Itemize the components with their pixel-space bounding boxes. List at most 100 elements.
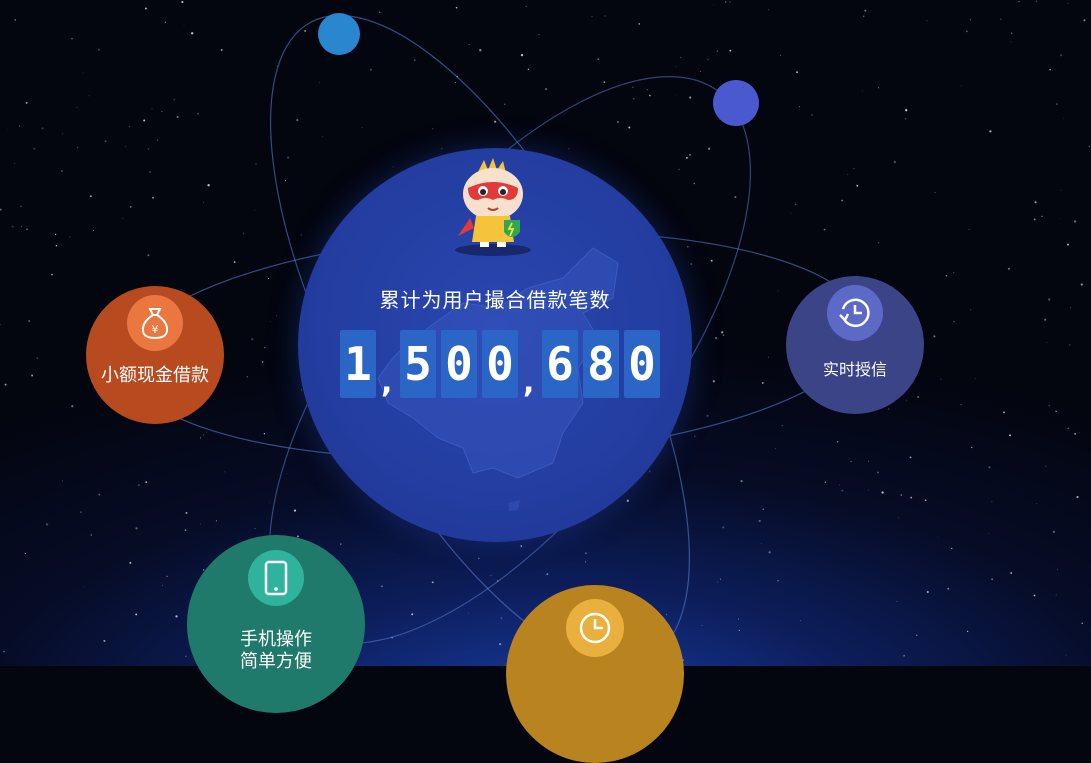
star: [62, 133, 63, 135]
star: [161, 110, 163, 113]
feature-fast[interactable]: [506, 585, 684, 763]
star: [1010, 32, 1013, 35]
star: [1041, 215, 1043, 218]
star: [287, 156, 290, 159]
star: [910, 496, 913, 499]
star: [947, 587, 950, 590]
star: [699, 71, 701, 72]
star: [856, 184, 859, 187]
star: [89, 195, 92, 198]
star: [284, 180, 286, 182]
star: [14, 162, 16, 164]
star: [900, 494, 903, 496]
star: [454, 81, 457, 83]
star: [45, 523, 49, 526]
star: [690, 262, 693, 266]
star: [135, 527, 138, 530]
star: [130, 206, 132, 208]
star: [202, 202, 204, 203]
star: [149, 171, 151, 173]
star: [206, 431, 208, 433]
star: [1044, 318, 1047, 321]
star: [181, 0, 184, 4]
star: [687, 246, 689, 248]
star: [90, 534, 92, 536]
star: [933, 335, 936, 338]
star: [261, 361, 264, 363]
star: [166, 575, 168, 578]
star: [499, 643, 502, 646]
star: [916, 634, 918, 636]
star: [862, 15, 865, 18]
star: [903, 654, 906, 657]
star: [1033, 594, 1036, 597]
star: [796, 71, 798, 74]
star: [1033, 218, 1036, 221]
star: [722, 334, 725, 336]
star: [800, 620, 801, 621]
star: [369, 68, 372, 71]
star: [122, 218, 124, 219]
star: [77, 147, 79, 149]
star: [706, 414, 709, 417]
star: [781, 425, 783, 427]
star: [1036, 503, 1037, 504]
star: [707, 59, 709, 61]
star: [322, 136, 323, 138]
star: [431, 581, 434, 584]
star: [137, 484, 140, 487]
star: [71, 38, 73, 40]
star: [147, 254, 150, 257]
star: [538, 34, 540, 36]
star: [199, 523, 201, 525]
star: [0, 208, 2, 211]
star: [906, 399, 907, 401]
star: [340, 543, 342, 545]
star: [468, 612, 470, 614]
star: [1055, 410, 1057, 413]
star: [203, 434, 205, 436]
star: [887, 408, 890, 410]
star: [666, 614, 667, 616]
star: [1052, 530, 1056, 534]
orbit-planet-indigo: [713, 80, 759, 126]
star: [92, 230, 94, 232]
star: [689, 96, 692, 99]
star: [319, 81, 321, 83]
star: [361, 127, 363, 128]
orbit-planet-blue: [318, 13, 360, 55]
star: [707, 147, 711, 150]
star: [864, 9, 867, 12]
star: [729, 49, 732, 52]
money-bag-icon: ¥: [127, 295, 183, 351]
feature-label: 小额现金借款: [101, 365, 209, 385]
star: [164, 21, 167, 24]
star: [304, 30, 307, 32]
star: [4, 383, 7, 386]
star: [877, 471, 879, 474]
star: [293, 509, 297, 512]
star: [1000, 18, 1002, 20]
star: [456, 75, 459, 78]
star: [988, 466, 991, 469]
star: [1055, 594, 1057, 596]
star: [716, 581, 718, 583]
star: [545, 88, 548, 91]
feature-realtime-credit[interactable]: 实时授信: [786, 276, 924, 414]
clock-icon: [566, 599, 624, 657]
star: [632, 86, 634, 88]
star: [246, 375, 249, 378]
star: [648, 94, 651, 97]
star: [896, 600, 898, 602]
star: [263, 433, 266, 435]
star: [220, 48, 223, 52]
feature-mobile-operation[interactable]: 手机操作 简单方便: [187, 535, 365, 713]
star: [80, 511, 82, 514]
star: [710, 259, 713, 262]
star: [1010, 572, 1013, 574]
counter-digit: 0: [441, 330, 477, 398]
star: [270, 321, 271, 322]
star: [960, 85, 962, 87]
feature-small-cash-loan[interactable]: ¥ 小额现金借款: [86, 286, 224, 424]
star: [1009, 434, 1011, 437]
